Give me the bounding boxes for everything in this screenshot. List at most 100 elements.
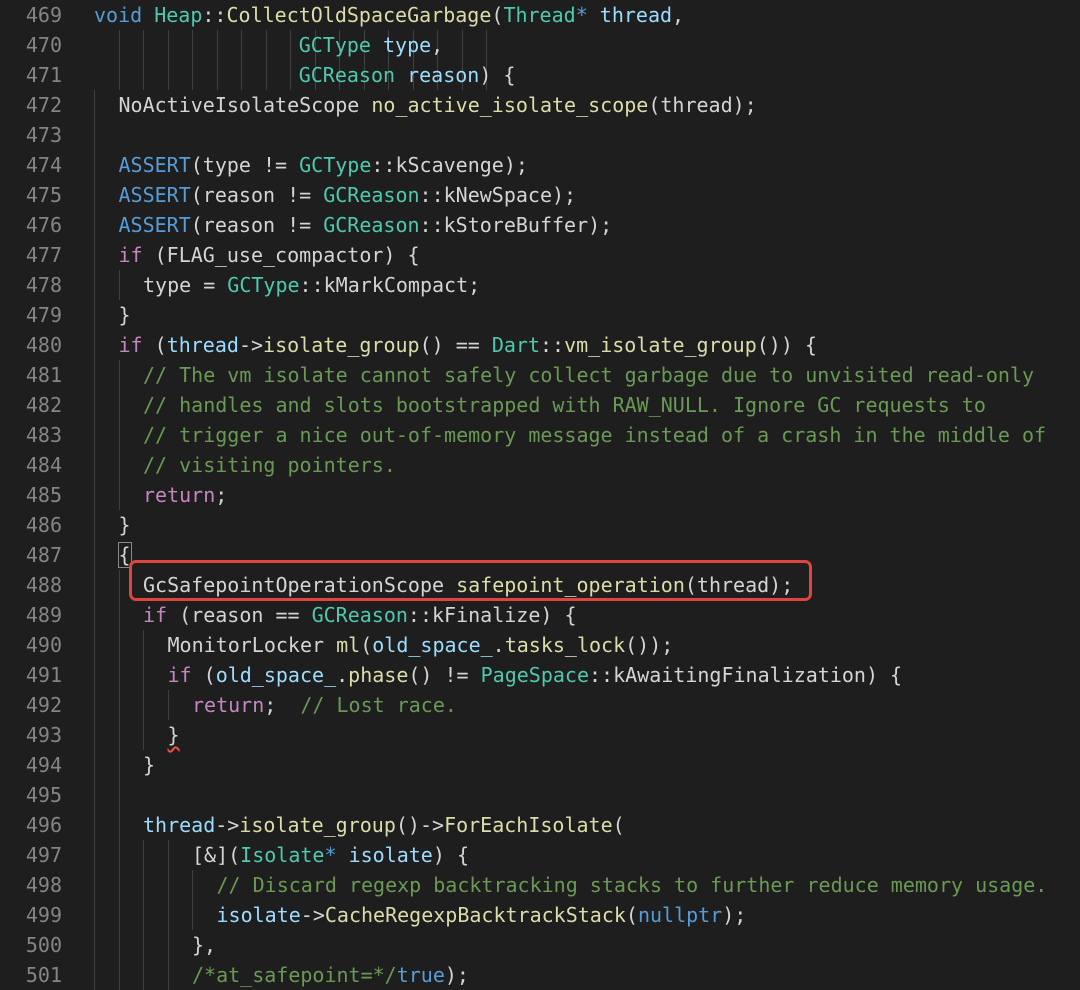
code-line[interactable]: 492 return; // Lost race. — [0, 690, 1080, 720]
code-line[interactable]: 490 MonitorLocker ml(old_space_.tasks_loc… — [0, 630, 1080, 660]
code-line[interactable]: 482 // handles and slots bootstrapped wit… — [0, 390, 1080, 420]
indent-guide — [192, 900, 193, 930]
line-number[interactable]: 480 — [0, 330, 62, 360]
code-line[interactable]: 493} — [0, 720, 1080, 750]
code-token: return — [143, 483, 216, 507]
code-line[interactable]: 473 — [0, 120, 1080, 150]
code-text: MonitorLocker ml(old_space_.tasks_lock()… — [168, 630, 674, 660]
code-line[interactable]: 499 isolate->CacheRegexpBacktrackStack(nu… — [0, 900, 1080, 930]
indent-guide — [118, 630, 120, 660]
code-token: return — [192, 693, 265, 717]
code-text: GCReason reason) { — [94, 60, 516, 90]
code-line[interactable]: 484 // visiting pointers. — [0, 450, 1080, 480]
indent-guide — [118, 810, 120, 840]
indent-guide — [94, 690, 95, 720]
line-number[interactable]: 490 — [0, 630, 62, 660]
line-number[interactable]: 498 — [0, 870, 62, 900]
line-number[interactable]: 478 — [0, 270, 62, 300]
indent-guide — [486, 30, 487, 60]
line-number[interactable]: 496 — [0, 810, 62, 840]
line-number[interactable]: 472 — [0, 90, 62, 120]
code-line[interactable]: 472 NoActiveIsolateScope no_active_isolat… — [0, 90, 1080, 120]
line-number[interactable]: 493 — [0, 720, 62, 750]
code-line[interactable]: 470 GCType type, — [0, 30, 1080, 60]
line-number[interactable]: 483 — [0, 420, 62, 450]
code-line[interactable]: 475 ASSERT(reason != GCReason::kNewSpace)… — [0, 180, 1080, 210]
code-token: ASSERT — [118, 153, 191, 177]
line-number[interactable]: 487 — [0, 540, 62, 570]
indent-guide — [94, 870, 95, 900]
code-line[interactable]: 478 type = GCType::kMarkCompact; — [0, 270, 1080, 300]
code-line[interactable]: 483 // trigger a nice out-of-memory messa… — [0, 420, 1080, 450]
line-number[interactable]: 501 — [0, 960, 62, 990]
code-line[interactable]: 501 /*at_safepoint=*/true); — [0, 960, 1080, 990]
indent-guide — [118, 600, 120, 630]
line-number[interactable]: 485 — [0, 480, 62, 510]
code-line[interactable]: 489 if (reason == GCReason::kFinalize) { — [0, 600, 1080, 630]
code-token: // Lost race. — [300, 693, 457, 717]
line-number[interactable]: 494 — [0, 750, 62, 780]
code-token: . — [492, 633, 505, 657]
code-line[interactable]: 495 — [0, 780, 1080, 810]
code-line[interactable]: 486} — [0, 510, 1080, 540]
code-line[interactable]: 498 // Discard regexp backtracking stacks… — [0, 870, 1080, 900]
line-number[interactable]: 482 — [0, 390, 62, 420]
line-number[interactable]: 497 — [0, 840, 62, 870]
indent-guide — [94, 360, 95, 390]
code-line[interactable]: 488 GcSafepointOperationScope safepoint_o… — [0, 570, 1080, 600]
code-text: GCType type, — [94, 30, 444, 60]
code-line[interactable]: 494} — [0, 750, 1080, 780]
line-number[interactable]: 481 — [0, 360, 62, 390]
code-line[interactable]: 474 ASSERT(type != GCType::kScavenge); — [0, 150, 1080, 180]
line-number[interactable]: 495 — [0, 780, 62, 810]
line-number[interactable]: 479 — [0, 300, 62, 330]
line-number[interactable]: 475 — [0, 180, 62, 210]
code-token: ()-> — [395, 813, 445, 837]
code-editor[interactable]: 469 void Heap::CollectOldSpaceGarbage(Thr… — [0, 0, 1080, 990]
code-line[interactable]: 496 thread->isolate_group()->ForEachIsola… — [0, 810, 1080, 840]
code-token: ( — [625, 903, 638, 927]
code-line[interactable]: 477 if (FLAG_use_compactor) { — [0, 240, 1080, 270]
code-token: ) { — [479, 63, 516, 87]
code-line[interactable]: 480 if (thread->isolate_group() == Dart::… — [0, 330, 1080, 360]
code-line[interactable]: 500}, — [0, 930, 1080, 960]
line-number[interactable]: 471 — [0, 60, 62, 90]
line-number[interactable]: 499 — [0, 900, 62, 930]
line-number[interactable]: 500 — [0, 930, 62, 960]
code-line[interactable]: 471 GCReason reason) { — [0, 60, 1080, 90]
code-line[interactable]: 479} — [0, 300, 1080, 330]
line-number[interactable]: 477 — [0, 240, 62, 270]
line-number[interactable]: 486 — [0, 510, 62, 540]
code-line[interactable]: 481 // The vm isolate cannot safely colle… — [0, 360, 1080, 390]
indent-guide — [167, 960, 169, 990]
code-token: Thread — [503, 3, 576, 27]
code-line[interactable]: 476 ASSERT(reason != GCReason::kStoreBuff… — [0, 210, 1080, 240]
code-token: vm_isolate_group — [564, 333, 757, 357]
line-number[interactable]: 491 — [0, 660, 62, 690]
indent-guide — [118, 480, 120, 510]
line-number[interactable]: 476 — [0, 210, 62, 240]
code-line[interactable]: 491 if (old_space_.phase() != PageSpace::… — [0, 660, 1080, 690]
code-token: ; — [215, 483, 228, 507]
code-token: // The vm isolate cannot safely collect … — [143, 363, 1035, 387]
line-number[interactable]: 488 — [0, 570, 62, 600]
code-text: // trigger a nice out-of-memory message … — [143, 420, 1046, 450]
line-number[interactable]: 484 — [0, 450, 62, 480]
line-number[interactable]: 473 — [0, 120, 62, 150]
line-number[interactable]: 469 — [0, 0, 62, 30]
code-line[interactable]: 497 [&](Isolate* isolate) { — [0, 840, 1080, 870]
code-line[interactable]: 485 return; — [0, 480, 1080, 510]
line-number[interactable]: 474 — [0, 150, 62, 180]
indent-guide — [94, 120, 95, 150]
line-number[interactable]: 470 — [0, 30, 62, 60]
indent-guide — [167, 900, 169, 930]
code-text: ASSERT(reason != GCReason::kStoreBuffer)… — [119, 210, 613, 240]
code-token: isolate — [216, 903, 301, 927]
code-line[interactable]: 487 { — [0, 540, 1080, 570]
indent-guide — [143, 900, 144, 930]
line-number[interactable]: 492 — [0, 690, 62, 720]
line-number[interactable]: 489 — [0, 600, 62, 630]
code-line[interactable]: 469 void Heap::CollectOldSpaceGarbage(Thr… — [0, 0, 1080, 30]
